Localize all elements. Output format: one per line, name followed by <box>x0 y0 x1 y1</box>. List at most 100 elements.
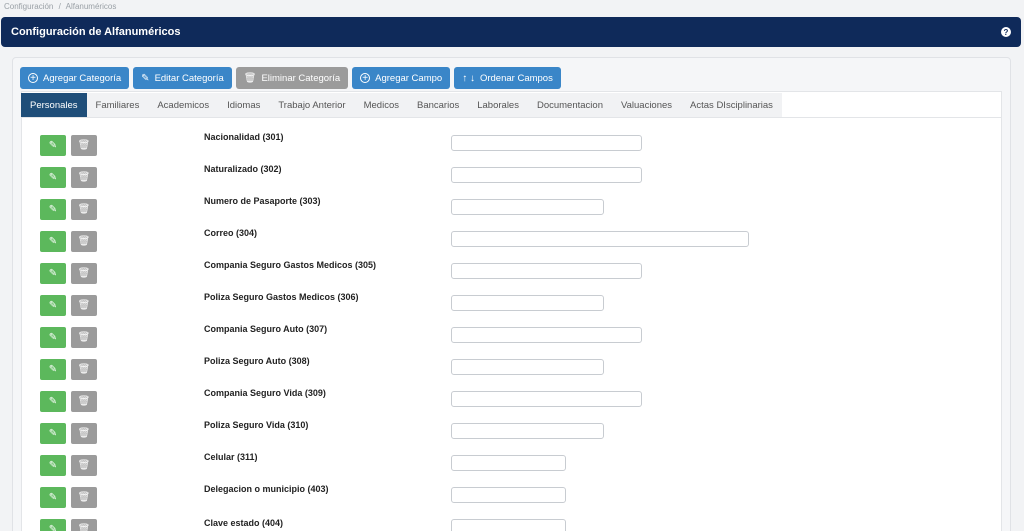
trash-icon: 🗑 <box>77 524 91 531</box>
field-input[interactable] <box>451 327 642 343</box>
delete-field-button[interactable]: 🗑 <box>71 487 97 508</box>
field-row: ✎ 🗑 Compania Seguro Gastos Medicos (305) <box>0 260 1024 285</box>
edit-category-label: Editar Categoría <box>154 72 224 84</box>
field-row: ✎ 🗑 Naturalizado (302) <box>0 164 1024 189</box>
field-label: Compania Seguro Vida (309) <box>204 388 326 398</box>
delete-field-button[interactable]: 🗑 <box>71 167 97 188</box>
sort-fields-button[interactable]: ↑ ↓ Ordenar Campos <box>454 67 561 89</box>
add-field-label: Agregar Campo <box>375 72 443 84</box>
delete-field-button[interactable]: 🗑 <box>71 135 97 156</box>
edit-field-button[interactable]: ✎ <box>40 391 66 412</box>
field-row: ✎ 🗑 Numero de Pasaporte (303) <box>0 196 1024 221</box>
pencil-icon: ✎ <box>48 332 58 343</box>
pencil-icon: ✎ <box>48 268 58 279</box>
pencil-icon: ✎ <box>48 364 58 375</box>
circle-plus-icon: + <box>360 73 371 83</box>
edit-field-button[interactable]: ✎ <box>40 455 66 476</box>
field-input[interactable] <box>451 455 566 471</box>
delete-field-button[interactable]: 🗑 <box>71 327 97 348</box>
field-label: Poliza Seguro Vida (310) <box>204 420 309 430</box>
edit-field-button[interactable]: ✎ <box>40 423 66 444</box>
edit-category-button[interactable]: ✎ Editar Categoría <box>133 67 232 89</box>
delete-field-button[interactable]: 🗑 <box>71 359 97 380</box>
tab-actas-disciplinarias[interactable]: Actas DIsciplinarias <box>681 93 782 117</box>
pencil-icon: ✎ <box>48 300 58 311</box>
field-input[interactable] <box>451 263 642 279</box>
trash-icon: 🗑 <box>77 492 91 503</box>
edit-field-button[interactable]: ✎ <box>40 135 66 156</box>
field-input[interactable] <box>451 167 642 183</box>
tab-familiares[interactable]: Familiares <box>87 93 149 117</box>
field-label: Clave estado (404) <box>204 519 284 528</box>
delete-field-button[interactable]: 🗑 <box>71 231 97 252</box>
edit-field-button[interactable]: ✎ <box>40 359 66 380</box>
field-label: Nacionalidad (301) <box>204 132 284 142</box>
field-label: Compania Seguro Gastos Medicos (305) <box>204 260 377 270</box>
delete-category-button[interactable]: 🗑 Eliminar Categoría <box>235 67 349 89</box>
field-row: ✎ 🗑 Compania Seguro Auto (307) <box>0 324 1024 349</box>
pencil-icon: ✎ <box>48 524 58 531</box>
delete-field-button[interactable]: 🗑 <box>71 455 97 476</box>
trash-icon: 🗑 <box>243 72 257 84</box>
field-label: Poliza Seguro Auto (308) <box>204 356 310 366</box>
field-input[interactable] <box>451 231 749 247</box>
trash-icon: 🗑 <box>77 140 91 151</box>
breadcrumb-item-configuracion[interactable]: Configuración <box>4 2 53 11</box>
edit-field-button[interactable]: ✎ <box>40 263 66 284</box>
edit-field-button[interactable]: ✎ <box>40 167 66 188</box>
help-icon[interactable]: ? <box>1001 27 1011 37</box>
add-field-button[interactable]: + Agregar Campo <box>352 67 451 89</box>
field-label: Correo (304) <box>204 228 258 238</box>
tab-laborales[interactable]: Laborales <box>468 93 528 117</box>
field-input[interactable] <box>451 519 566 531</box>
edit-field-button[interactable]: ✎ <box>40 231 66 252</box>
pencil-icon: ✎ <box>48 460 58 471</box>
field-input[interactable] <box>451 199 604 215</box>
tab-documentacion[interactable]: Documentacion <box>528 93 612 117</box>
trash-icon: 🗑 <box>77 204 91 215</box>
delete-field-button[interactable]: 🗑 <box>71 263 97 284</box>
edit-field-button[interactable]: ✎ <box>40 199 66 220</box>
pencil-icon: ✎ <box>141 72 150 84</box>
field-input[interactable] <box>451 135 642 151</box>
pencil-icon: ✎ <box>48 428 58 439</box>
field-label: Delegacion o municipio (403) <box>204 484 329 494</box>
tab-divider <box>22 117 1001 118</box>
add-category-button[interactable]: + Agregar Categoría <box>20 67 130 89</box>
edit-field-button[interactable]: ✎ <box>40 295 66 316</box>
field-input[interactable] <box>451 359 604 375</box>
field-input[interactable] <box>451 487 566 503</box>
tab-academicos[interactable]: Academicos <box>148 93 218 117</box>
tab-idiomas[interactable]: Idiomas <box>218 93 269 117</box>
field-label: Celular (311) <box>204 452 258 462</box>
field-row: ✎ 🗑 Correo (304) <box>0 228 1024 253</box>
tab-personales[interactable]: Personales <box>21 93 87 117</box>
field-input[interactable] <box>451 295 604 311</box>
field-input[interactable] <box>451 423 604 439</box>
pencil-icon: ✎ <box>48 492 58 503</box>
circle-plus-icon: + <box>28 73 38 83</box>
edit-field-button[interactable]: ✎ <box>40 519 66 531</box>
trash-icon: 🗑 <box>77 268 91 279</box>
pencil-icon: ✎ <box>48 396 58 407</box>
tab-trabajo-anterior[interactable]: Trabajo Anterior <box>269 93 354 117</box>
delete-field-button[interactable]: 🗑 <box>71 519 97 531</box>
field-input[interactable] <box>451 391 642 407</box>
delete-field-button[interactable]: 🗑 <box>71 391 97 412</box>
delete-field-button[interactable]: 🗑 <box>71 423 97 444</box>
trash-icon: 🗑 <box>77 428 91 439</box>
field-label: Compania Seguro Auto (307) <box>204 324 328 334</box>
field-row: ✎ 🗑 Nacionalidad (301) <box>0 132 1024 157</box>
field-row: ✎ 🗑 Clave estado (404) <box>0 519 1024 531</box>
trash-icon: 🗑 <box>77 236 91 247</box>
pencil-icon: ✎ <box>48 236 58 247</box>
delete-field-button[interactable]: 🗑 <box>71 199 97 220</box>
edit-field-button[interactable]: ✎ <box>40 487 66 508</box>
breadcrumb-item-alfanumericos: Alfanuméricos <box>65 2 117 11</box>
tab-bancarios[interactable]: Bancarios <box>408 93 468 117</box>
edit-field-button[interactable]: ✎ <box>40 327 66 348</box>
delete-field-button[interactable]: 🗑 <box>71 295 97 316</box>
tab-medicos[interactable]: Medicos <box>355 93 408 117</box>
field-label: Naturalizado (302) <box>204 164 282 174</box>
tab-valuaciones[interactable]: Valuaciones <box>612 93 681 117</box>
